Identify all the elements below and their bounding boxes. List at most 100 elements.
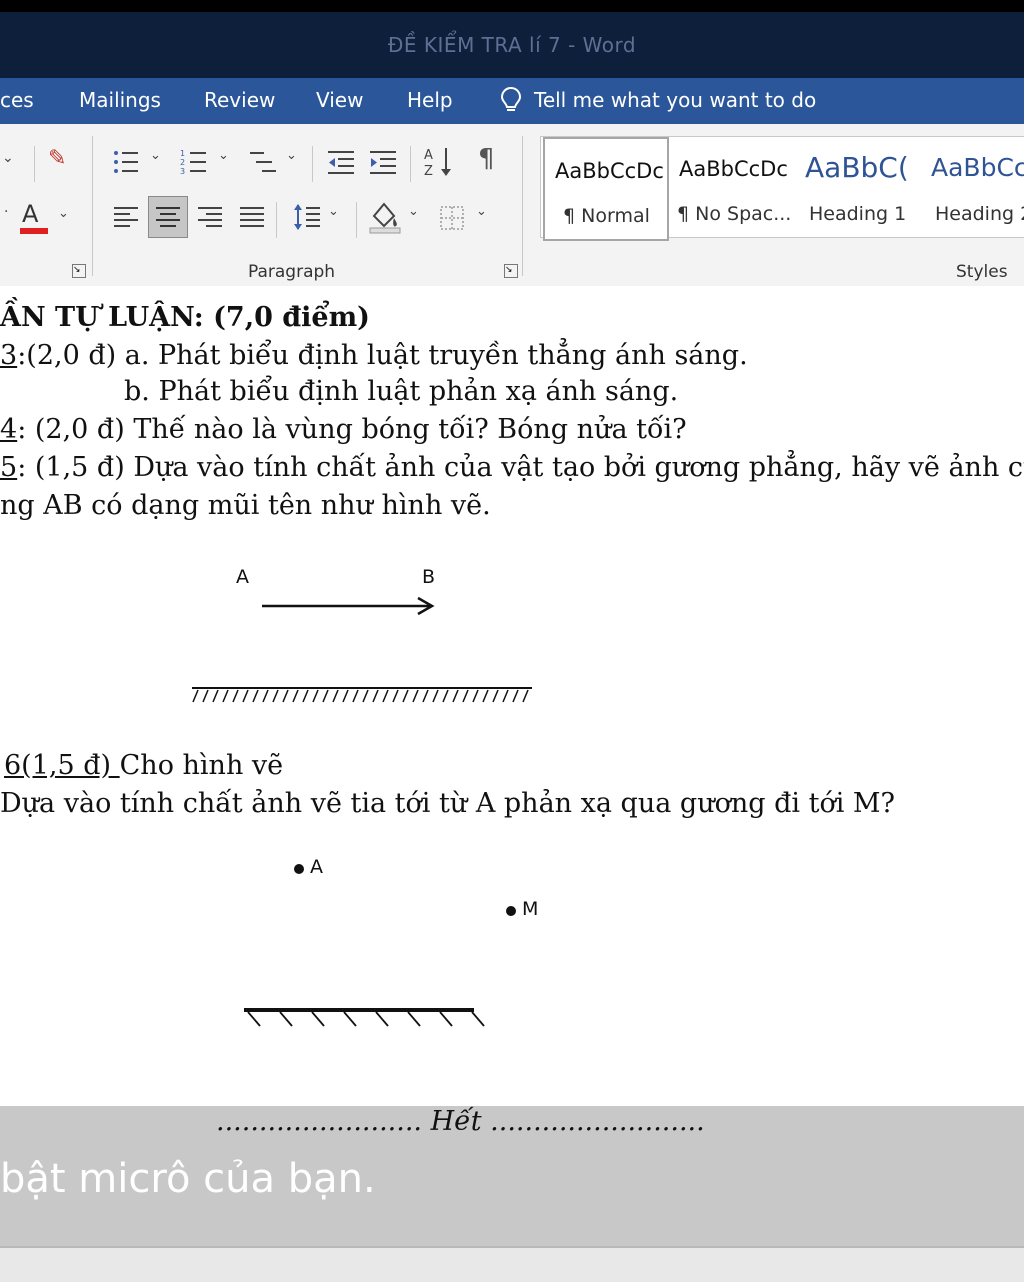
svg-text:2: 2	[180, 158, 185, 167]
borders-icon[interactable]	[438, 204, 466, 232]
font-dialog-launcher-icon[interactable]: ↘	[72, 264, 86, 278]
increase-indent-icon[interactable]	[368, 148, 398, 176]
cut-off-red-line	[6, 286, 15, 303]
separator	[276, 202, 277, 238]
paragraph-dialog-launcher-icon[interactable]: ↘	[504, 264, 518, 278]
section-title: ẦN TỰ LUẬN: (7,0 điểm)	[0, 302, 370, 333]
menu-references[interactable]: ces	[0, 88, 34, 112]
menu-review[interactable]: Review	[204, 88, 275, 112]
style-no-spacing[interactable]: AaBbCcDc ¶ No Spac...	[669, 137, 791, 237]
style-name: Heading 2	[935, 203, 1024, 225]
svg-text:Z: Z	[424, 164, 433, 178]
menu-mailings[interactable]: Mailings	[79, 88, 161, 112]
point-a-label-2: A	[310, 856, 323, 878]
title-bar: ĐỀ KIỂM TRA lí 7 - Word	[0, 12, 1024, 78]
shading-icon[interactable]	[368, 200, 402, 234]
pilcrow-icon[interactable]: ¶	[478, 144, 495, 174]
ribbon: ⌄ ✎ · A ⌄ ⌄ 1 2 3 ⌄ ⌄ A Z ¶ ⌄ ⌄ ⌄ AaBbCc…	[0, 124, 1024, 287]
tell-me-text: Tell me what you want to do	[534, 88, 817, 112]
separator	[312, 146, 313, 182]
top-black-bar	[0, 0, 1024, 12]
question-5-continuation: ng AB có dạng mũi tên như hình vẽ.	[0, 490, 491, 521]
menu-bar: ces Mailings Review View Help Tell me wh…	[0, 78, 1024, 124]
clear-format-icon[interactable]: ✎	[48, 146, 66, 171]
chevron-down-icon: ⌄	[58, 206, 69, 221]
question-text: Cho hình vẽ	[119, 750, 284, 781]
align-center-button[interactable]	[148, 196, 188, 238]
plane-mirror-1	[192, 687, 532, 703]
separator	[356, 202, 357, 238]
question-5: 5: (1,5 đ) Dựa vào tính chất ảnh của vật…	[0, 452, 1024, 483]
line-spacing-icon[interactable]	[292, 202, 322, 232]
question-6: 6(1,5 đ) Cho hình vẽ	[4, 750, 283, 781]
decrease-indent-icon[interactable]	[326, 148, 356, 176]
menu-help[interactable]: Help	[407, 88, 453, 112]
align-center-icon	[156, 207, 180, 227]
svg-text:A: A	[424, 148, 433, 163]
question-text: :(2,0 đ) a. Phát biểu định luật truyền t…	[17, 340, 748, 371]
font-color-arrow-icon: ·	[4, 204, 9, 220]
style-preview: AaBbCcDc	[555, 159, 664, 183]
object-arrow-ab	[262, 596, 435, 616]
chevron-down-icon[interactable]: ⌄	[476, 204, 487, 219]
style-name: Heading 1	[809, 203, 907, 225]
bullets-icon[interactable]	[112, 148, 140, 176]
font-color-a-icon: A	[22, 200, 39, 228]
question-number: 3	[0, 340, 18, 371]
menu-view[interactable]: View	[316, 88, 363, 112]
question-number: 4	[0, 414, 18, 445]
style-name: ¶ Normal	[563, 205, 650, 227]
point-a-label: A	[236, 566, 249, 588]
question-number: 6(1,5 đ)	[4, 750, 120, 781]
justify-icon[interactable]	[238, 204, 266, 230]
tell-me-box[interactable]: Tell me what you want to do	[500, 86, 816, 114]
window-title: ĐỀ KIỂM TRA lí 7 - Word	[387, 33, 637, 57]
styles-gallery: AaBbCcDc ¶ Normal AaBbCcDc ¶ No Spac... …	[540, 136, 1024, 241]
multilevel-list-icon[interactable]	[248, 148, 278, 176]
separator	[34, 146, 35, 182]
question-6-prompt: Dựa vào tính chất ảnh vẽ tia tới từ A ph…	[0, 788, 896, 819]
microphone-caption: bật micrô của bạn.	[0, 1156, 376, 1202]
question-3a: 3:(2,0 đ) a. Phát biểu định luật truyền …	[0, 340, 748, 371]
font-color-button[interactable]: A ⌄	[20, 200, 70, 236]
group-separator	[92, 136, 93, 276]
caption-overlay: ........................ Hết ...........…	[0, 1106, 1024, 1246]
chevron-down-icon[interactable]: ⌄	[150, 148, 161, 163]
separator	[410, 146, 411, 182]
svg-text:3: 3	[180, 167, 185, 176]
paragraph-group-label: Paragraph	[248, 262, 336, 282]
chevron-down-icon[interactable]: ⌄	[328, 204, 339, 219]
sort-icon[interactable]: A Z	[424, 146, 454, 178]
group-separator	[522, 136, 523, 276]
align-right-icon[interactable]	[196, 204, 224, 230]
chevron-down-icon[interactable]: ⌄	[218, 148, 229, 163]
style-preview: AaBbCcI	[931, 153, 1024, 182]
point-a-dot	[294, 864, 304, 874]
style-heading-1[interactable]: AaBbC( Heading 1	[795, 137, 917, 237]
styles-group-label: Styles	[956, 262, 1008, 282]
style-preview: AaBbC(	[805, 151, 909, 184]
question-text: : (2,0 đ) Thế nào là vùng bóng tối? Bóng…	[17, 414, 687, 445]
question-4: 4: (2,0 đ) Thế nào là vùng bóng tối? Bón…	[0, 414, 687, 445]
question-number: 5	[0, 452, 18, 483]
point-m-dot	[506, 906, 516, 916]
chevron-down-icon[interactable]: ⌄	[408, 204, 419, 219]
align-left-icon[interactable]	[112, 204, 140, 230]
numbering-icon[interactable]: 1 2 3	[180, 148, 208, 176]
document-page[interactable]: ẦN TỰ LUẬN: (7,0 điểm) 3:(2,0 đ) a. Phát…	[0, 286, 1024, 1106]
end-marker: ........................ Hết ...........…	[216, 1106, 705, 1137]
style-name: ¶ No Spac...	[677, 203, 792, 225]
question-3b: b. Phát biểu định luật phản xạ ánh sáng.	[124, 376, 679, 407]
style-preview: AaBbCcDc	[679, 157, 788, 181]
lightbulb-icon	[500, 86, 522, 111]
point-b-label: B	[422, 566, 436, 588]
style-heading-2[interactable]: AaBbCcI Heading 2	[921, 137, 1024, 237]
point-m-label: M	[522, 898, 539, 920]
plane-mirror-2	[244, 1008, 485, 1027]
chevron-down-icon[interactable]: ⌄	[286, 148, 297, 163]
style-normal[interactable]: AaBbCcDc ¶ Normal	[543, 137, 669, 241]
bottom-bar	[0, 1246, 1024, 1282]
svg-text:1: 1	[180, 149, 185, 158]
question-text: : (1,5 đ) Dựa vào tính chất ảnh của vật …	[17, 452, 1024, 483]
dropdown-arrow-icon[interactable]: ⌄	[2, 150, 14, 166]
